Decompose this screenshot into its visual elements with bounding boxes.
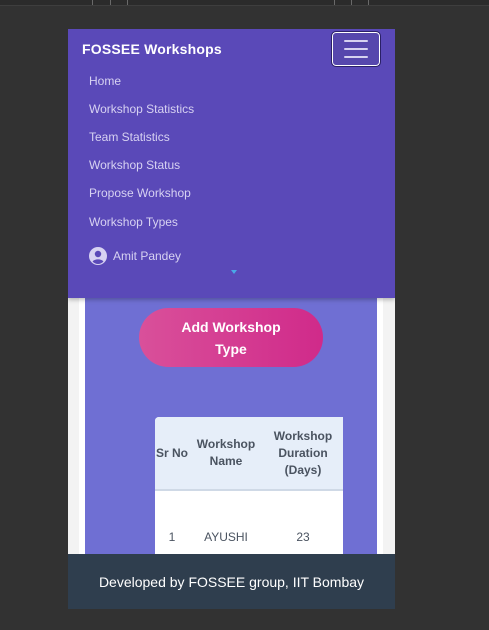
ruler-tick — [92, 0, 93, 5]
user-name: Amit Pandey — [113, 249, 182, 263]
nav-item-home[interactable]: Home — [89, 74, 121, 88]
table-header: Sr No Workshop Name Workshop Duration (D… — [155, 417, 343, 491]
navbar-toggler-button[interactable] — [331, 31, 381, 67]
column-header-workshop-name: Workshop Name — [196, 437, 256, 468]
footer: Developed by FOSSEE group, IIT Bombay — [68, 554, 395, 609]
ruler-tick — [334, 0, 335, 5]
hamburger-icon — [344, 56, 368, 58]
column-header-sr-no: Sr No — [155, 445, 188, 460]
nav-item-team-statistics[interactable]: Team Statistics — [89, 130, 170, 144]
column-header-duration: Workshop Duration (Days) — [273, 428, 333, 477]
workshop-types-table: Sr No Workshop Name Workshop Duration (D… — [155, 417, 343, 557]
user-menu[interactable]: Amit Pandey — [89, 247, 181, 265]
cell-sr-no: 1 — [168, 530, 176, 544]
ruler-tick — [368, 0, 369, 5]
ruler-tick — [351, 0, 352, 5]
brand-link[interactable]: FOSSEE Workshops — [82, 41, 222, 57]
nav-item-workshop-statistics[interactable]: Workshop Statistics — [89, 102, 194, 116]
mobile-viewport: Add Workshop Type Sr No Workshop Name Wo… — [68, 29, 395, 609]
nav-item-workshop-status[interactable]: Workshop Status — [89, 158, 180, 172]
add-workshop-type-button[interactable]: Add Workshop Type — [139, 308, 323, 367]
hamburger-icon — [344, 40, 368, 42]
hamburger-icon — [344, 48, 368, 50]
nav-item-workshop-types[interactable]: Workshop Types — [89, 215, 178, 229]
add-workshop-type-label: Add Workshop Type — [181, 318, 281, 357]
ruler — [0, 0, 489, 6]
footer-text: Developed by FOSSEE group, IIT Bombay — [98, 573, 365, 590]
cell-workshop-name[interactable]: AYUSHI — [189, 530, 263, 548]
ruler-tick — [127, 0, 128, 5]
nav-item-propose-workshop[interactable]: Propose Workshop — [89, 186, 191, 200]
dropdown-caret-icon[interactable] — [231, 270, 237, 274]
ruler-tick — [110, 0, 111, 5]
cell-duration: 23 — [296, 530, 310, 544]
navbar: FOSSEE Workshops Home Workshop Statistic… — [68, 29, 395, 298]
user-circle-icon — [89, 247, 107, 265]
